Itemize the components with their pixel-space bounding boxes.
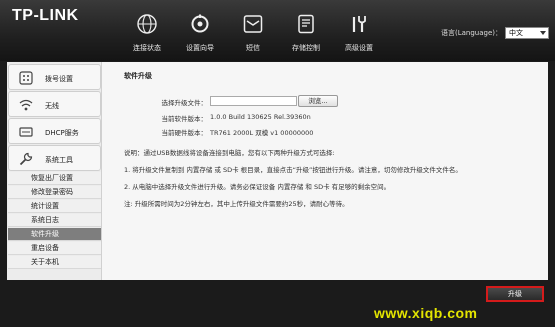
sidebar-item-about[interactable]: 关于本机 [8, 256, 101, 269]
tools-icon [352, 16, 366, 32]
sidebar-group-dhcp[interactable]: DHCP服务 [8, 118, 101, 144]
sidebar-item-statistics[interactable]: 统计设置 [8, 200, 101, 213]
software-version-label: 当前软件版本： [161, 115, 208, 123]
chevron-down-icon [540, 31, 546, 35]
hardware-version-label: 当前硬件版本： [161, 129, 208, 137]
nav-advanced-settings[interactable]: 高级设置 [334, 0, 384, 61]
note-intro: 说明：通过USB数据线将设备连接到电脑，您有以下两种升级方式可选择: [124, 149, 335, 157]
sidebar-group-label: DHCP服务 [45, 129, 79, 137]
tp-link-logo: TP-LINK [12, 7, 79, 24]
sidebar-group-label: 系统工具 [45, 156, 73, 164]
language-label: 语言(Language)： [441, 29, 503, 37]
dialup-icon [19, 71, 33, 85]
wifi-icon [19, 99, 33, 111]
sidebar: 拨号设置 无线 DHCP服务 系统工具 恢复出厂设置 修改登录密码 统计设置 系… [7, 62, 102, 280]
hardware-version-value: TR761 2000L 双模 v1 00000000 [210, 129, 314, 137]
page-title: 软件升级 [124, 72, 152, 80]
note-timing: 注: 升级所需时间为2分钟左右，其中上传升级文件需要约25秒，请耐心等待。 [124, 200, 349, 208]
top-header: TP-LINK 连接状态 设置向导 短信 存储控制 高级设置 语言(Langua… [0, 0, 555, 61]
wizard-icon [191, 14, 209, 33]
nav-sms[interactable]: 短信 [228, 0, 278, 61]
nav-label: 高级设置 [345, 44, 373, 52]
sidebar-item-change-password[interactable]: 修改登录密码 [8, 186, 101, 199]
language-value: 中文 [509, 29, 523, 37]
sidebar-group-dialup[interactable]: 拨号设置 [8, 64, 101, 90]
sidebar-group-system-tools[interactable]: 系统工具 [8, 145, 101, 171]
browse-button[interactable]: 浏览... [298, 95, 338, 107]
nav-setup-wizard[interactable]: 设置向导 [175, 0, 225, 61]
note-method-1: 1. 将升级文件复制到 内置存储 或 SD卡 根目录，直接点击“升级”按钮进行升… [124, 166, 462, 174]
watermark-text: www.xiqb.com [374, 305, 478, 321]
sidebar-item-factory-reset[interactable]: 恢复出厂设置 [8, 172, 101, 185]
sidebar-item-system-log[interactable]: 系统日志 [8, 214, 101, 227]
sidebar-item-firmware-upgrade[interactable]: 软件升级 [8, 228, 101, 241]
nav-connection-status[interactable]: 连接状态 [122, 0, 172, 61]
software-version-value: 1.0.0 Build 130625 Rel.39360n [210, 113, 311, 121]
language-select[interactable]: 中文 [505, 27, 549, 39]
dhcp-icon [19, 127, 33, 137]
sidebar-group-label: 无线 [45, 102, 59, 110]
content-area: 软件升级 选择升级文件： 浏览... 当前软件版本： 1.0.0 Build 1… [110, 62, 548, 280]
main-panel: 拨号设置 无线 DHCP服务 系统工具 恢复出厂设置 修改登录密码 统计设置 系… [7, 62, 548, 280]
storage-icon [298, 14, 314, 34]
globe-icon [137, 14, 157, 34]
note-method-2: 2. 从电脑中选择升级文件进行升级。请务必保证设备 内置存储 和 SD卡 有足够… [124, 183, 391, 191]
mail-icon [243, 15, 263, 33]
nav-storage-control[interactable]: 存储控制 [281, 0, 331, 61]
sidebar-group-label: 拨号设置 [45, 75, 73, 83]
sidebar-item-reboot[interactable]: 重启设备 [8, 242, 101, 255]
upgrade-file-input[interactable] [210, 96, 297, 106]
sidebar-group-wireless[interactable]: 无线 [8, 91, 101, 117]
upgrade-button[interactable]: 升级 [486, 286, 544, 302]
file-label: 选择升级文件： [161, 99, 208, 107]
wrench-icon [19, 152, 33, 166]
